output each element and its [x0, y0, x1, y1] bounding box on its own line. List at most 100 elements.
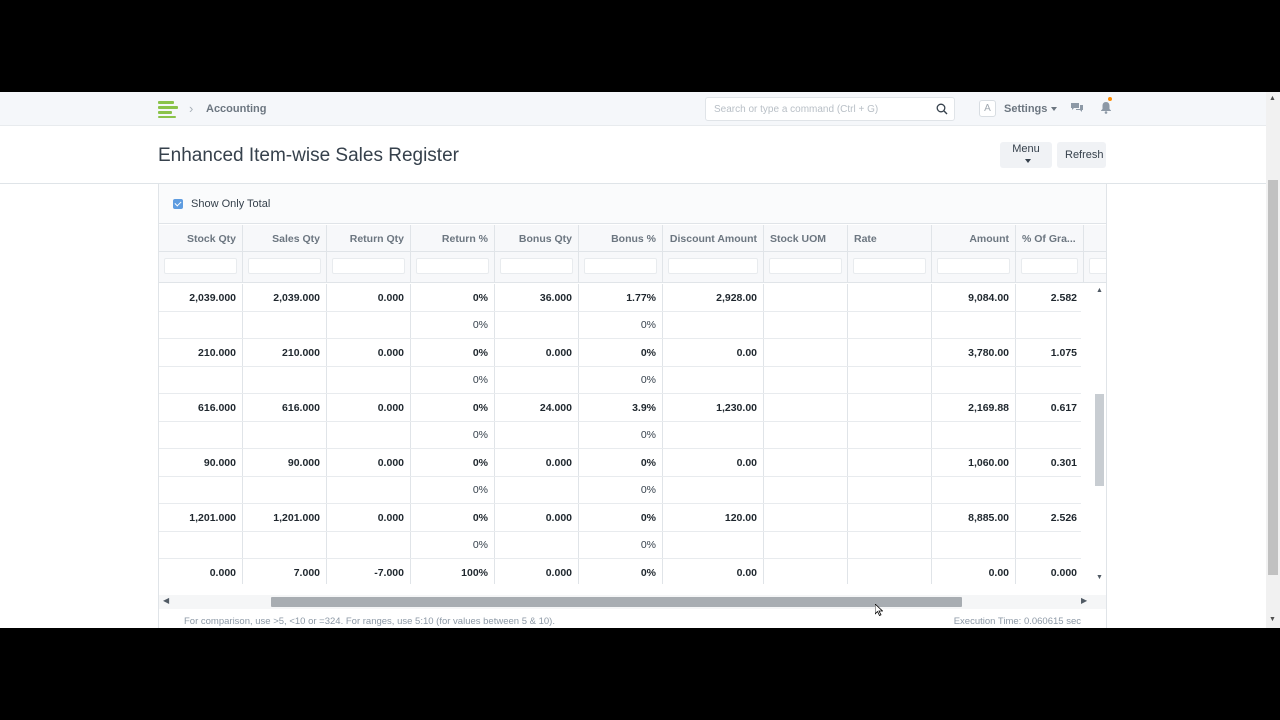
- table-cell[interactable]: 120.00: [663, 504, 764, 531]
- table-cell[interactable]: 90.000: [159, 449, 243, 476]
- table-cell[interactable]: 0.617: [1016, 394, 1081, 421]
- table-cell[interactable]: 0.301: [1016, 449, 1081, 476]
- table-cell[interactable]: [848, 559, 932, 584]
- table-cell[interactable]: [848, 284, 932, 311]
- page-scroll-thumb[interactable]: [1268, 180, 1278, 575]
- table-cell[interactable]: 2.582: [1016, 284, 1081, 311]
- table-cell[interactable]: [495, 422, 579, 448]
- table-cell[interactable]: 0.00: [663, 339, 764, 366]
- table-cell[interactable]: 0%: [411, 367, 495, 393]
- table-cell[interactable]: [327, 367, 411, 393]
- table-cell[interactable]: [764, 477, 848, 503]
- table-cell[interactable]: [663, 477, 764, 503]
- table-row-total[interactable]: 1,201.000 1,201.000 0.000 0% 0.000 0% 120.00 8,…: [159, 504, 1081, 532]
- table-cell[interactable]: 2,169.88: [932, 394, 1016, 421]
- table-cell[interactable]: 1.77%: [579, 284, 663, 311]
- table-cell[interactable]: [495, 532, 579, 558]
- table-cell[interactable]: [495, 312, 579, 338]
- table-cell[interactable]: 0.00: [932, 559, 1016, 584]
- table-cell[interactable]: 616.000: [243, 394, 327, 421]
- table-cell[interactable]: [495, 477, 579, 503]
- table-cell[interactable]: [663, 367, 764, 393]
- table-cell[interactable]: [764, 504, 848, 531]
- table-cell[interactable]: [848, 367, 932, 393]
- scroll-left-arrow-icon[interactable]: ◀: [163, 596, 169, 605]
- column-header-of-gra[interactable]: % Of Gra...: [1016, 225, 1084, 251]
- table-cell[interactable]: 0.000: [495, 504, 579, 531]
- vertical-scrollbar[interactable]: ▲ ▼: [1092, 284, 1106, 585]
- table-cell[interactable]: 0%: [579, 422, 663, 448]
- search-input[interactable]: Search or type a command (Ctrl + G): [705, 97, 955, 121]
- column-header-bonus[interactable]: Bonus %: [579, 225, 663, 251]
- table-cell[interactable]: 0%: [579, 532, 663, 558]
- table-cell[interactable]: 0.000: [495, 339, 579, 366]
- app-logo-icon[interactable]: [158, 100, 178, 118]
- scroll-up-arrow-icon[interactable]: ▲: [1096, 287, 1103, 294]
- table-cell[interactable]: 0%: [411, 477, 495, 503]
- table-cell[interactable]: 0%: [579, 339, 663, 366]
- show-only-total-label[interactable]: Show Only Total: [191, 198, 270, 210]
- table-cell[interactable]: [848, 339, 932, 366]
- table-cell[interactable]: 2,928.00: [663, 284, 764, 311]
- table-cell[interactable]: [495, 367, 579, 393]
- table-cell[interactable]: [159, 312, 243, 338]
- table-cell[interactable]: 0.000: [495, 559, 579, 584]
- table-cell[interactable]: 2,039.000: [243, 284, 327, 311]
- table-cell[interactable]: 210.000: [159, 339, 243, 366]
- table-cell[interactable]: 1,230.00: [663, 394, 764, 421]
- table-row-detail[interactable]: 0% 0%: [159, 367, 1081, 394]
- table-row-total[interactable]: 0.000 7.000 -7.000 100% 0.000 0% 0.00 0.00 0.000: [159, 559, 1081, 584]
- table-cell[interactable]: [159, 532, 243, 558]
- breadcrumb-accounting[interactable]: Accounting: [206, 103, 267, 115]
- table-cell[interactable]: 210.000: [243, 339, 327, 366]
- table-cell[interactable]: 0.000: [327, 394, 411, 421]
- refresh-button[interactable]: Refresh: [1057, 142, 1106, 168]
- table-cell[interactable]: 0%: [579, 477, 663, 503]
- table-cell[interactable]: 0%: [411, 422, 495, 448]
- table-row-total[interactable]: 90.000 90.000 0.000 0% 0.000 0% 0.00 1,060.00 0.…: [159, 449, 1081, 477]
- column-header-return-qty[interactable]: Return Qty: [327, 225, 411, 251]
- column-filter-input[interactable]: [937, 258, 1010, 274]
- table-cell[interactable]: 616.000: [159, 394, 243, 421]
- scroll-down-arrow-icon[interactable]: ▼: [1096, 574, 1103, 581]
- table-row-detail[interactable]: 0% 0%: [159, 312, 1081, 339]
- table-cell[interactable]: 0.000: [327, 504, 411, 531]
- column-header-stock-qty[interactable]: Stock Qty: [159, 225, 243, 251]
- column-filter-input[interactable]: [853, 258, 926, 274]
- column-filter-input[interactable]: [164, 258, 237, 274]
- horizontal-scrollbar[interactable]: ◀ ▶: [159, 595, 1106, 609]
- table-cell[interactable]: 2.526: [1016, 504, 1081, 531]
- column-filter-input[interactable]: [248, 258, 321, 274]
- table-cell[interactable]: [848, 449, 932, 476]
- table-cell[interactable]: [764, 339, 848, 366]
- table-cell[interactable]: [932, 532, 1016, 558]
- table-row-total[interactable]: 616.000 616.000 0.000 0% 24.000 3.9% 1,230.00 2…: [159, 394, 1081, 422]
- table-cell[interactable]: [159, 477, 243, 503]
- column-header-discount-amount[interactable]: Discount Amount: [663, 225, 764, 251]
- table-cell[interactable]: [764, 312, 848, 338]
- table-cell[interactable]: 0.000: [1016, 559, 1081, 584]
- table-cell[interactable]: 0%: [411, 532, 495, 558]
- table-cell[interactable]: 90.000: [243, 449, 327, 476]
- table-cell[interactable]: [932, 477, 1016, 503]
- table-cell[interactable]: 0%: [579, 367, 663, 393]
- table-cell[interactable]: 0%: [411, 284, 495, 311]
- column-filter-input[interactable]: [416, 258, 489, 274]
- table-cell[interactable]: [848, 394, 932, 421]
- table-cell[interactable]: 0.00: [663, 559, 764, 584]
- table-cell[interactable]: 2,039.000: [159, 284, 243, 311]
- table-cell[interactable]: [159, 367, 243, 393]
- table-cell[interactable]: [663, 422, 764, 448]
- table-cell[interactable]: 0%: [411, 449, 495, 476]
- table-cell[interactable]: [243, 532, 327, 558]
- table-cell[interactable]: 0%: [411, 339, 495, 366]
- table-cell[interactable]: 0.000: [495, 449, 579, 476]
- table-cell[interactable]: 36.000: [495, 284, 579, 311]
- column-header-return[interactable]: Return %: [411, 225, 495, 251]
- scroll-up-arrow-icon[interactable]: ▲: [1269, 95, 1276, 102]
- table-cell[interactable]: [764, 449, 848, 476]
- table-cell[interactable]: 8,885.00: [932, 504, 1016, 531]
- table-cell[interactable]: 9,084.00: [932, 284, 1016, 311]
- column-header-sales-qty[interactable]: Sales Qty: [243, 225, 327, 251]
- column-header-stock-uom[interactable]: Stock UOM: [764, 225, 848, 251]
